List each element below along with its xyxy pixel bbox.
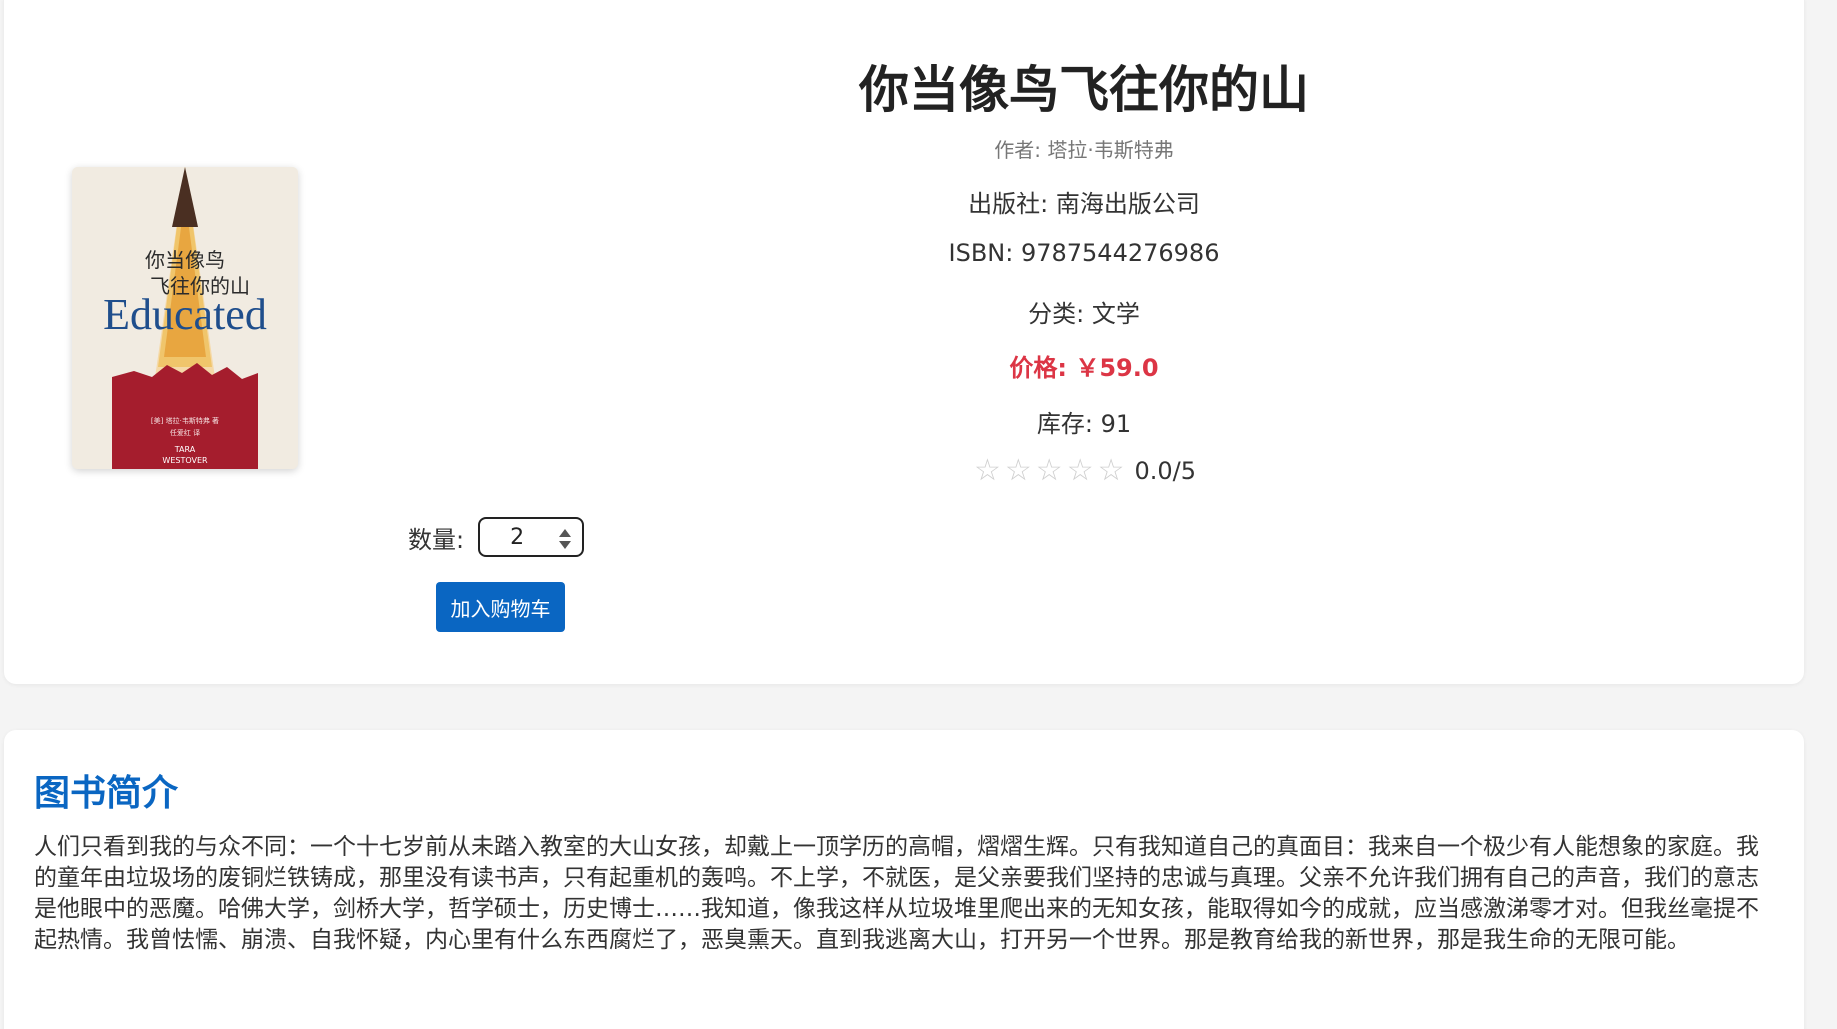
book-rating: ☆ ☆ ☆ ☆ ☆ 0.0/5 bbox=[784, 456, 1384, 486]
book-author: 作者: 塔拉·韦斯特弗 bbox=[994, 138, 1174, 162]
book-title: 你当像鸟飞往你的山 bbox=[859, 61, 1309, 119]
book-intro-card: 图书简介 人们只看到我的与众不同：一个十七岁前从未踏入教室的大山女孩，却戴上一顶… bbox=[4, 730, 1804, 1029]
cover-author-en-first: TARA bbox=[174, 445, 196, 454]
cover-author-cn: [美] 塔拉·韦斯特弗 著 bbox=[151, 416, 219, 425]
intro-heading: 图书简介 bbox=[34, 773, 179, 814]
star-icon: ☆ bbox=[973, 453, 1001, 488]
book-category: 分类: 文学 bbox=[1028, 300, 1140, 328]
book-detail-card: 你当像鸟 飞往你的山 Educated [美] 塔拉·韦斯特弗 著 任爱红 译 … bbox=[4, 0, 1804, 684]
cover-translator: 任爱红 译 bbox=[170, 428, 200, 437]
star-icon: ☆ bbox=[1097, 453, 1125, 488]
book-price: 价格: ￥59.0 bbox=[1009, 354, 1159, 382]
cover-author-en-last: WESTOVER bbox=[162, 456, 208, 465]
quantity-stepper[interactable] bbox=[478, 517, 585, 557]
rating-stars: ☆ ☆ ☆ ☆ ☆ bbox=[972, 456, 1127, 486]
star-icon: ☆ bbox=[1004, 453, 1032, 488]
star-icon: ☆ bbox=[1035, 453, 1063, 488]
cover-en-title: Educated bbox=[103, 290, 267, 339]
add-to-cart-button[interactable]: 加入购物车 bbox=[436, 582, 565, 632]
quantity-row: 数量: bbox=[408, 517, 585, 557]
intro-text: 人们只看到我的与众不同：一个十七岁前从未踏入教室的大山女孩，却戴上一顶学历的高帽… bbox=[34, 834, 1759, 953]
book-publisher: 出版社: 南海出版公司 bbox=[968, 190, 1200, 218]
book-isbn: ISBN: 9787544276986 bbox=[948, 239, 1220, 267]
spinner-arrows-icon[interactable] bbox=[558, 527, 572, 551]
rating-text: 0.0/5 bbox=[1134, 457, 1197, 485]
cover-cn-title-line1: 你当像鸟 bbox=[145, 248, 225, 272]
quantity-label: 数量: bbox=[408, 525, 465, 554]
book-cover-image: 你当像鸟 飞往你的山 Educated [美] 塔拉·韦斯特弗 著 任爱红 译 … bbox=[72, 167, 298, 469]
star-icon: ☆ bbox=[1066, 453, 1094, 488]
book-stock: 库存: 91 bbox=[1036, 410, 1132, 438]
